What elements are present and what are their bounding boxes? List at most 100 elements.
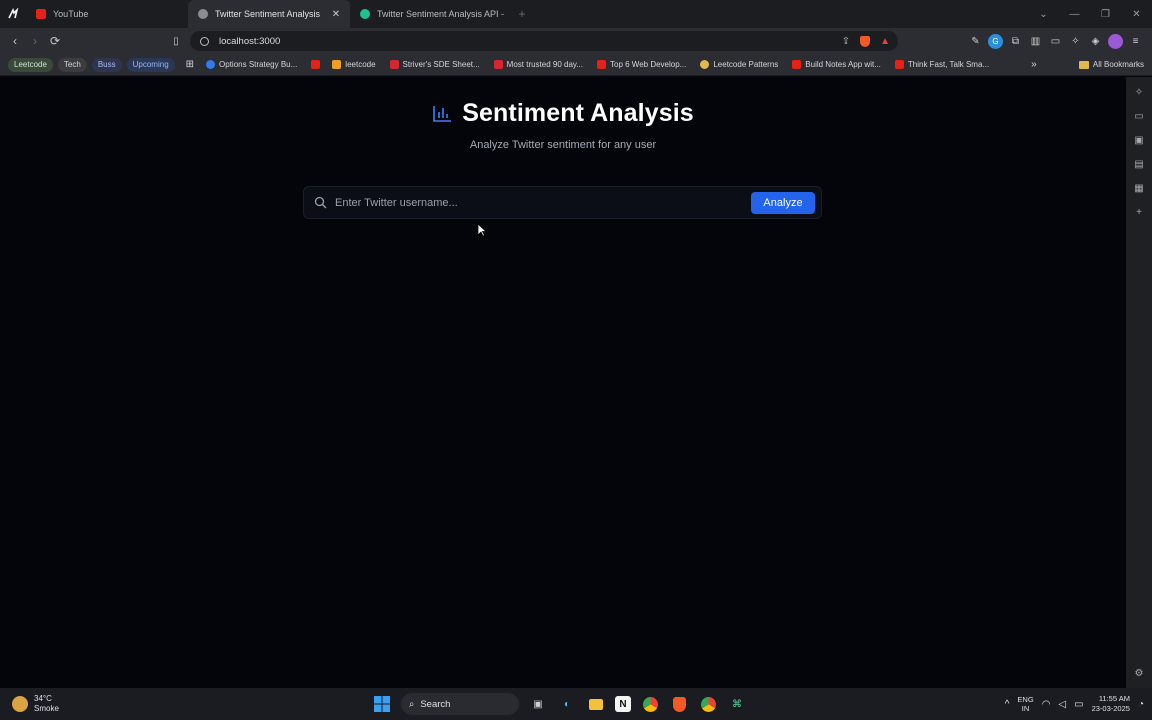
menu-icon[interactable]: ≡: [1128, 34, 1143, 49]
youtube-icon: [792, 60, 802, 69]
volume-icon[interactable]: ◁: [1058, 699, 1066, 710]
system-tray: ^ ENG IN ◠ ◁ ▭ 11:55 AM 23-03-2025 ◔: [1005, 688, 1144, 720]
bookmark-item[interactable]: Options Strategy Bu...: [206, 60, 297, 69]
page-content: Sentiment Analysis Analyze Twitter senti…: [0, 77, 1126, 688]
minimize-icon[interactable]: —: [1059, 9, 1090, 20]
search-icon: ⌕: [409, 698, 415, 710]
sidebar-reading-list-icon[interactable]: ▦: [1132, 181, 1146, 195]
close-tab-icon[interactable]: ✕: [330, 9, 342, 20]
address-bar[interactable]: localhost:3000 ⇪ ▲: [190, 31, 898, 51]
sidebar-bookmarks-icon[interactable]: ▤: [1132, 157, 1146, 171]
add-panel-icon[interactable]: +: [1132, 205, 1146, 219]
search-box: Analyze: [303, 186, 822, 219]
weather-widget[interactable]: 34°C Smoke: [12, 694, 59, 714]
leo-ai-icon[interactable]: ✧: [1068, 34, 1083, 49]
bookmark-item[interactable]: Leetcode Patterns: [700, 60, 778, 69]
vpn-icon[interactable]: ◈: [1088, 34, 1103, 49]
bookmark-group-leetcode[interactable]: Leetcode: [8, 57, 53, 72]
leo-ai-icon[interactable]: ✧: [1132, 85, 1146, 99]
bookmark-item[interactable]: leetcode: [332, 60, 376, 69]
bookmark-item[interactable]: Think Fast, Talk Sma...: [894, 60, 989, 69]
notifications-icon[interactable]: ◔: [1138, 699, 1144, 710]
clock[interactable]: 11:55 AM 23-03-2025: [1092, 694, 1130, 714]
new-tab-button[interactable]: +: [512, 7, 532, 21]
wifi-icon[interactable]: ◠: [1042, 699, 1051, 710]
bookmark-group-buss[interactable]: Buss: [91, 57, 122, 72]
all-bookmarks-button[interactable]: All Bookmarks: [1078, 60, 1144, 69]
bar-chart-icon: [433, 105, 452, 122]
extensions-row: ✎ G ⧉ ▥ ▭ ✧ ◈ ≡: [968, 28, 1143, 54]
terminal-icon[interactable]: ⌘: [727, 694, 747, 714]
sidebar-wallet-icon[interactable]: ▣: [1132, 133, 1146, 147]
tab-title: YouTube: [53, 9, 89, 19]
bookmark-favicon-icon: [206, 60, 216, 69]
mouse-cursor-icon: [477, 223, 487, 237]
tab-title: Twitter Sentiment Analysis: [215, 9, 321, 19]
restore-icon[interactable]: ❐: [1090, 9, 1121, 20]
all-bookmarks-label: All Bookmarks: [1092, 60, 1144, 69]
more-bookmarks-icon[interactable]: »: [1031, 59, 1037, 70]
bookmark-group-tech[interactable]: Tech: [57, 57, 87, 72]
tab-title: Twitter Sentiment Analysis API - Sw...: [377, 9, 504, 19]
bookmark-label: Striver's SDE Sheet...: [402, 60, 480, 69]
brave-shields-icon[interactable]: [860, 35, 871, 47]
globe-icon: [198, 9, 208, 19]
sidebar-toggle-icon[interactable]: ▥: [1028, 34, 1043, 49]
bookmarks-bar: Leetcode Tech Buss Upcoming ⊞ Options St…: [0, 54, 1152, 76]
chrome-profile-icon[interactable]: [698, 694, 718, 714]
settings-gear-icon[interactable]: ⚙: [1132, 666, 1146, 680]
search-icon: [314, 196, 327, 209]
chrome-icon[interactable]: [640, 694, 660, 714]
extension-g-icon[interactable]: G: [988, 33, 1003, 49]
apps-grid-icon[interactable]: ⊞: [186, 59, 194, 70]
taskbar-search[interactable]: ⌕ Search: [401, 693, 519, 715]
bookmark-icon[interactable]: ▯: [166, 31, 186, 51]
weather-icon: [12, 696, 28, 712]
tab-youtube[interactable]: YouTube: [26, 0, 188, 28]
task-view-icon[interactable]: ▣: [528, 694, 548, 714]
profile-icon[interactable]: [1108, 33, 1123, 49]
brave-icon[interactable]: [669, 694, 689, 714]
youtube-icon: [597, 60, 606, 69]
copilot-icon[interactable]: ◐: [557, 694, 577, 714]
folder-icon: [1078, 60, 1089, 69]
close-window-icon[interactable]: ✕: [1121, 9, 1152, 20]
clock-date: 23-03-2025: [1091, 704, 1130, 713]
bookmark-favicon-icon: [493, 60, 503, 69]
tab-search-icon[interactable]: ⌄: [1028, 9, 1059, 20]
page-header: Sentiment Analysis: [0, 99, 1126, 128]
weather-temperature: 34°C: [34, 694, 52, 703]
extensions-puzzle-icon[interactable]: ⧉: [1008, 34, 1023, 49]
twitter-username-input[interactable]: [335, 196, 821, 209]
notion-icon[interactable]: N: [615, 696, 631, 712]
navigation-bar: ‹ › ⟳ ▯ localhost:3000 ⇪ ▲ ✎ G ⧉ ▥ ▭ ✧ ◈…: [0, 28, 1152, 54]
bookmark-favicon-icon: [389, 60, 399, 69]
language-indicator[interactable]: ENG IN: [1017, 695, 1033, 713]
file-explorer-icon[interactable]: [586, 694, 606, 714]
browser-menu-icon[interactable]: [0, 0, 26, 28]
analyze-button[interactable]: Analyze: [751, 192, 815, 214]
site-info-icon[interactable]: [200, 36, 209, 46]
tab-twitter-sentiment-analysis[interactable]: Twitter Sentiment Analysis ✕: [188, 0, 350, 28]
windows-start-icon[interactable]: [372, 694, 392, 714]
battery-icon[interactable]: ▭: [1074, 699, 1083, 710]
back-icon[interactable]: ‹: [5, 31, 25, 51]
bookmark-label: Top 6 Web Develop...: [610, 60, 687, 69]
bookmark-item[interactable]: Striver's SDE Sheet...: [389, 60, 480, 69]
bookmark-item[interactable]: Top 6 Web Develop...: [597, 60, 686, 69]
weather-condition: Smoke: [34, 704, 59, 713]
bookmark-item[interactable]: Build Notes App wit...: [792, 60, 881, 69]
forward-icon[interactable]: ›: [25, 31, 45, 51]
wallet-icon[interactable]: ▭: [1048, 34, 1063, 49]
show-hidden-icons-icon[interactable]: ^: [1005, 699, 1010, 710]
tab-twitter-sentiment-api[interactable]: Twitter Sentiment Analysis API - Sw...: [350, 0, 512, 28]
bookmark-item[interactable]: Most trusted 90 day...: [493, 60, 583, 69]
bookmark-item[interactable]: [311, 60, 324, 69]
youtube-icon: [36, 9, 46, 19]
reload-icon[interactable]: ⟳: [45, 31, 65, 51]
share-icon[interactable]: ⇪: [842, 36, 850, 47]
bookmark-group-upcoming[interactable]: Upcoming: [126, 57, 175, 72]
brave-rewards-icon[interactable]: ▲: [880, 36, 890, 47]
sidebar-media-icon[interactable]: ▭: [1132, 109, 1146, 123]
extension-pen-icon[interactable]: ✎: [968, 34, 983, 49]
